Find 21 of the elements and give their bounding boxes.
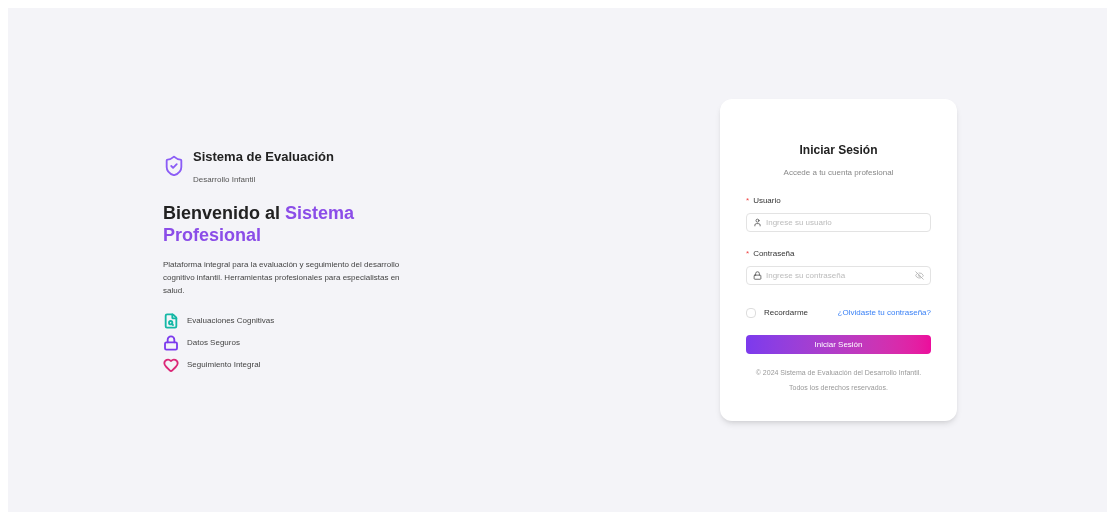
remember-checkbox[interactable] bbox=[746, 308, 756, 318]
login-button[interactable]: Iniciar Sesión bbox=[746, 335, 931, 354]
brand-title: Sistema de Evaluación bbox=[193, 147, 334, 166]
lock-icon bbox=[753, 271, 762, 280]
brand-subtitle: Desarrollo Infantil bbox=[193, 174, 257, 187]
feature-label: Datos Seguros bbox=[187, 337, 240, 350]
field-label: Usuario bbox=[753, 195, 781, 207]
shield-check-icon bbox=[163, 154, 185, 177]
field-label: Contraseña bbox=[753, 248, 795, 260]
forgot-password-link[interactable]: ¿Olvidaste tu contraseña? bbox=[837, 307, 931, 319]
user-icon bbox=[753, 218, 762, 227]
eye-off-icon[interactable] bbox=[915, 271, 924, 280]
feature-label: Seguimiento Integral bbox=[187, 359, 261, 372]
login-title: Iniciar Sesión bbox=[798, 142, 879, 159]
feature-label: Evaluaciones Cognitivas bbox=[187, 315, 275, 328]
welcome-heading: Bienvenido al Sistema Profesional bbox=[163, 202, 356, 247]
login-subtitle: Accede a tu cuenta profesional bbox=[782, 167, 895, 179]
required-mark: * bbox=[746, 195, 750, 207]
remember-label: Recordarme bbox=[764, 307, 808, 319]
required-mark: * bbox=[746, 248, 750, 260]
description: Plataforma integral para la evaluación y seguimiento del desarrollo cognitivo infantil. Herramientas profesionales para especialistas en salud. bbox=[163, 259, 401, 298]
